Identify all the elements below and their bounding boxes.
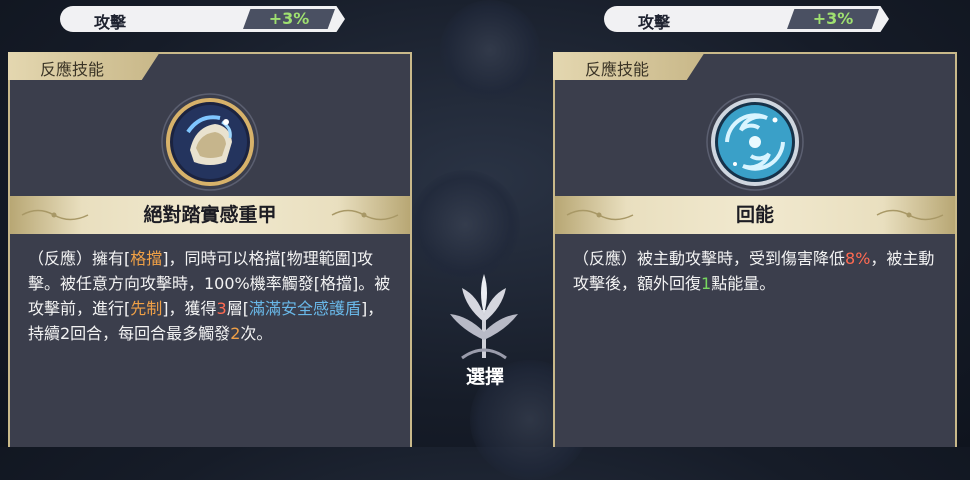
card-description: （反應）擁有[格擋]，同時可以格擋[物理範圍]攻擊。被任意方向攻擊時，100%機… xyxy=(28,246,394,346)
desc-text: ]，獲得 xyxy=(162,299,217,318)
stat-bar-left: 攻擊 +3% xyxy=(60,6,345,32)
keyword-shield[interactable]: 滿滿安全感護盾 xyxy=(249,299,361,318)
skill-card-left[interactable]: 反應技能 絕對踏實感重甲 （反應）擁有[格擋]，同時可以格擋[物理範圍]攻擊。被… xyxy=(8,52,412,447)
card-tab-label: 反應技能 xyxy=(585,60,650,79)
skill-card-right[interactable]: 反應技能 回能 （反應）被主動攻擊時，受到傷害降低8%，被主動攻擊後，額外回復1… xyxy=(553,52,957,447)
armor-skill-icon xyxy=(161,93,259,191)
trigger-count: 2 xyxy=(230,324,241,343)
stack-count: 3 xyxy=(216,299,227,318)
desc-text: 層[ xyxy=(226,299,249,318)
card-title-banner: 回能 xyxy=(555,196,955,234)
background-orb xyxy=(410,170,520,280)
desc-text: （反應）擁有[ xyxy=(28,249,131,268)
card-title-banner: 絕對踏實感重甲 xyxy=(10,196,410,234)
stat-value-box: +3% xyxy=(243,9,335,29)
energy-value: 1 xyxy=(701,274,712,293)
stat-label: 攻擊 xyxy=(638,13,671,32)
stat-label: 攻擊 xyxy=(94,13,127,32)
desc-text: 點能量。 xyxy=(711,274,776,293)
card-tab: 反應技能 xyxy=(8,52,160,80)
desc-text: 次。 xyxy=(240,324,273,343)
banner-ornament-right xyxy=(876,209,944,221)
stat-value: +3% xyxy=(812,9,854,28)
banner-ornament-right xyxy=(331,209,399,221)
card-tab-label: 反應技能 xyxy=(40,60,105,79)
card-description: （反應）被主動攻擊時，受到傷害降低8%，被主動攻擊後，額外回復1點能量。 xyxy=(573,246,939,296)
stat-bar-right: 攻擊 +3% xyxy=(604,6,889,32)
stat-value-box: +3% xyxy=(787,9,879,29)
damage-reduction-value: 8% xyxy=(845,249,871,268)
desc-text: （反應）被主動攻擊時，受到傷害降低 xyxy=(573,249,846,268)
swirl-energy-icon xyxy=(706,93,804,191)
keyword-block[interactable]: 格擋 xyxy=(130,249,162,268)
card-tab: 反應技能 xyxy=(553,52,705,80)
stat-value: +3% xyxy=(268,9,310,28)
keyword-preempt[interactable]: 先制 xyxy=(130,299,162,318)
select-button[interactable]: 選擇 xyxy=(435,362,535,389)
tree-emblem-icon[interactable] xyxy=(432,270,536,362)
background-orb xyxy=(440,0,540,100)
